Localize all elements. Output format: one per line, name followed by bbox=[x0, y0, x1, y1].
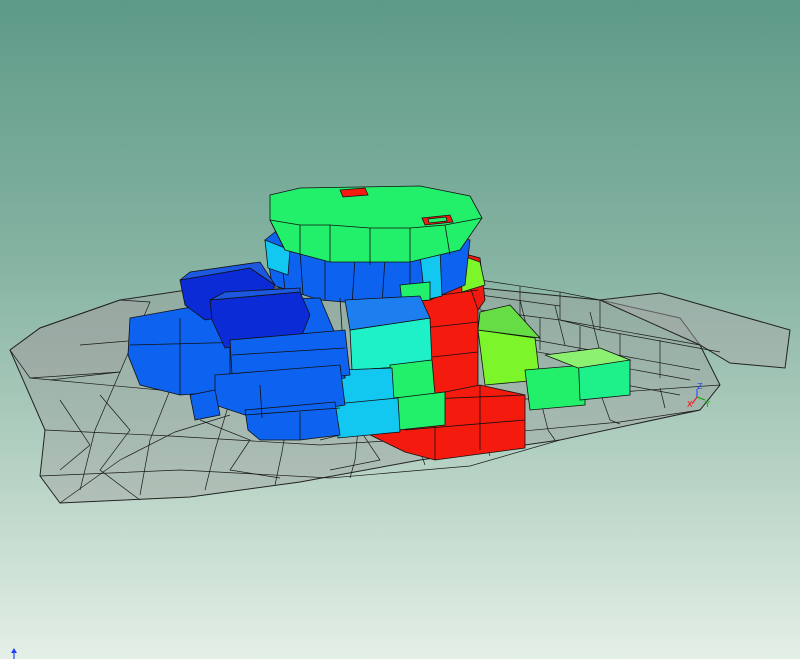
triad-z-label: Z bbox=[697, 382, 703, 391]
3d-viewport[interactable]: Z Y X bbox=[0, 0, 800, 659]
origin-marker bbox=[11, 648, 17, 659]
triad-y-label: Y bbox=[704, 400, 710, 409]
green-block-1 bbox=[524, 364, 586, 411]
ship-model: Z Y X bbox=[9, 185, 791, 659]
triad-x-label: X bbox=[687, 400, 693, 409]
hatch-red-1 bbox=[339, 187, 369, 198]
green-block-3 bbox=[389, 359, 436, 399]
green-block-4 bbox=[394, 391, 446, 431]
blue-block-5 bbox=[189, 389, 221, 421]
